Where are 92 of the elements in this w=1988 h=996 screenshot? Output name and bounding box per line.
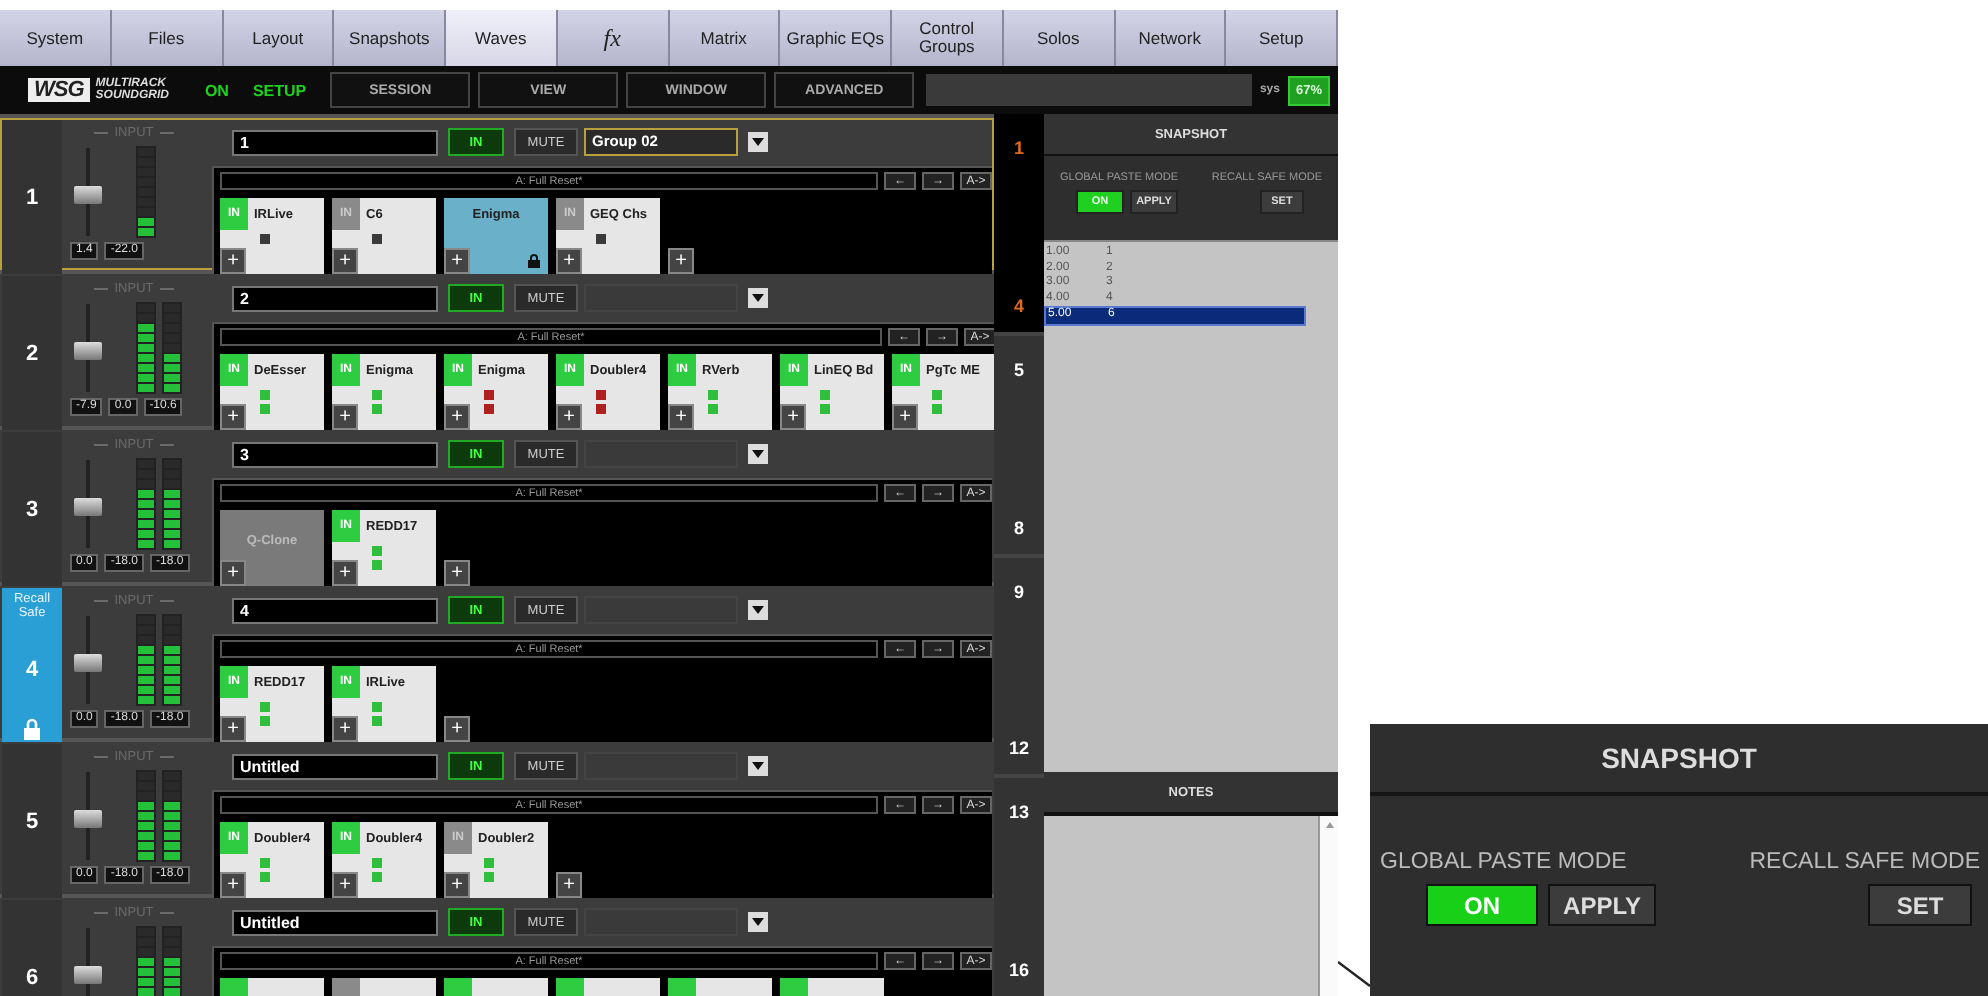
bank-end: 4 [1013,295,1024,316]
bank-start: 5 [1013,359,1024,380]
bank-selector[interactable]: 9 12 [994,557,1044,775]
fader-handle[interactable] [74,186,102,205]
channel-number: 3 [25,498,39,522]
fader-track[interactable] [74,304,102,392]
channel-number-cell[interactable]: 1 [2,120,62,276]
paste-mode-label: GLOBAL PASTE MODE [1380,850,1627,874]
fader-handle[interactable] [74,966,102,985]
insert-button[interactable]: + [780,404,806,430]
insert-button[interactable]: + [220,560,246,586]
tab[interactable]: Graphic EQs [780,10,892,66]
channel-number-cell[interactable]: 2 [2,276,62,432]
tab[interactable]: Snapshots [334,10,446,66]
add-plugin-button[interactable]: + [556,872,582,898]
tab[interactable]: Solos [1003,10,1115,66]
tab[interactable]: Network [1115,10,1227,66]
insert-button[interactable]: + [556,404,582,430]
channel-number: 5 [25,810,39,834]
fader-handle[interactable] [74,654,102,673]
dropdown-arrow-icon[interactable] [748,756,768,776]
tab[interactable]: Control Groups [892,10,1004,66]
fader-track[interactable] [74,460,102,548]
bank-start: 1 [1013,138,1024,158]
bank-selector[interactable]: 1 4 [994,114,1044,332]
channel-name-field[interactable]: Untitled [232,753,438,779]
channel-number: 4 [25,657,39,681]
logo-mark: WSG [28,78,90,102]
bank-start: 13 [1008,802,1029,823]
fader-handle[interactable] [74,342,102,361]
status-text: ON [204,81,229,99]
recall-safe-label: RECALL SAFE MODE [1749,850,1980,874]
add-plugin-button[interactable]: + [668,248,694,274]
channel-number-cell[interactable]: 5 [2,744,62,900]
channel-number: 2 [25,342,39,366]
insert-button[interactable]: + [332,560,358,586]
bank-end: 12 [1008,738,1029,759]
tab[interactable]: Waves [446,10,558,66]
channel-number: 6 [25,966,39,990]
insert-button[interactable]: + [668,404,694,430]
bank-end: 16 [1008,960,1029,980]
insert-button[interactable]: + [220,872,246,898]
insert-button[interactable]: + [892,404,918,430]
tab[interactable]: System [0,10,112,66]
insert-button[interactable]: + [220,248,246,274]
channel-name-field[interactable]: 1 [232,129,438,155]
search-field[interactable] [926,74,1252,106]
channel-name-field[interactable]: 3 [232,441,438,467]
insert-button[interactable]: + [444,248,470,274]
set-button[interactable]: SET [1868,884,1972,926]
insert-button[interactable]: + [444,404,470,430]
channel-name-field[interactable]: 2 [232,285,438,311]
add-plugin-button[interactable]: + [444,716,470,742]
tab[interactable]: Layout [223,10,335,66]
fader-track[interactable] [74,148,102,236]
dropdown-arrow-icon[interactable] [748,912,768,932]
insert-button[interactable]: + [220,716,246,742]
channel-number-cell[interactable]: 3 [2,432,62,588]
scroll-bar[interactable] [1318,816,1338,996]
lock-icon [528,254,540,268]
dropdown-arrow-icon[interactable] [748,600,768,620]
apply-button[interactable]: APPLY [1548,884,1656,926]
dropdown-arrow-icon[interactable] [748,288,768,308]
bank-selector[interactable]: 5 8 [994,335,1044,553]
channel-name-field[interactable]: Untitled [232,909,438,935]
bank-end: 8 [1013,517,1024,537]
channel-name-field[interactable]: 4 [232,597,438,623]
tab[interactable]: Setup [1226,10,1338,66]
insert-button[interactable]: + [556,248,582,274]
fader-track[interactable] [74,616,102,704]
dropdown-arrow-icon[interactable] [748,444,768,464]
lock-icon [22,718,42,740]
insert-button[interactable]: + [332,716,358,742]
bank-start: 9 [1013,581,1024,601]
channel-number-cell[interactable]: 6 [2,900,62,996]
fader-track[interactable] [74,772,102,860]
fader-handle[interactable] [74,810,102,829]
insert-button[interactable]: + [332,404,358,430]
insert-button[interactable]: + [332,248,358,274]
bank-selector[interactable]: 13 16 [994,778,1044,996]
fader-handle[interactable] [74,498,102,517]
mode-text: SETUP [252,81,307,99]
panel-title: SNAPSHOT [1370,724,1988,796]
tab[interactable]: Matrix [669,10,781,66]
insert-button[interactable]: + [332,872,358,898]
tab[interactable]: fx [557,10,669,66]
dropdown-arrow-icon[interactable] [748,132,768,152]
add-plugin-button[interactable]: + [444,560,470,586]
insert-button[interactable]: + [220,404,246,430]
tab[interactable]: Files [111,10,223,66]
insert-button[interactable]: + [444,872,470,898]
channel-number: 1 [25,186,39,210]
